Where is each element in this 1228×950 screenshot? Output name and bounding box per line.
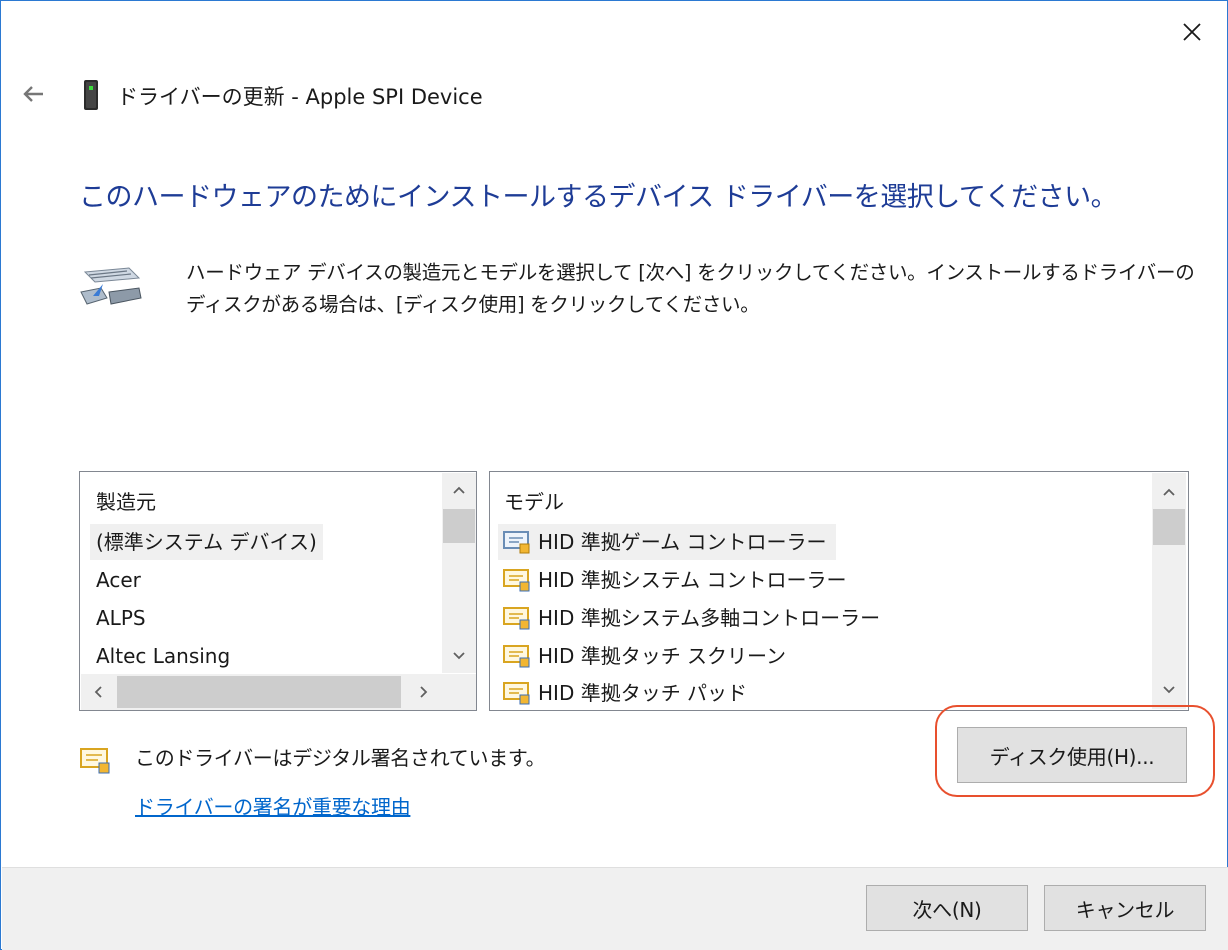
signature-status: このドライバーはデジタル署名されています。 [135, 746, 546, 770]
certificate-icon [503, 531, 530, 554]
manufacturer-horizontal-scrollbar[interactable] [81, 674, 441, 710]
chevron-up-icon [453, 486, 465, 494]
update-driver-dialog: ドライバーの更新 - Apple SPI Device このハードウェアのために… [0, 0, 1228, 950]
model-item[interactable]: HID 準拠タッチ スクリーン [498, 638, 796, 674]
signature-info-link[interactable]: ドライバーの署名が重要な理由 [135, 791, 411, 820]
model-item-label: HID 準拠タッチ パッド [538, 681, 748, 705]
model-item-label: HID 準拠システム多軸コントローラー [538, 606, 881, 630]
manufacturer-listbox[interactable]: 製造元 (標準システム デバイス) Acer ALPS Altec Lansin… [79, 471, 477, 711]
model-list-header: モデル [504, 490, 564, 514]
chevron-up-icon [1163, 488, 1175, 496]
scrollbar-corner [441, 674, 476, 710]
manufacturer-item[interactable]: Acer [90, 562, 147, 598]
close-icon [1183, 23, 1201, 41]
model-listbox[interactable]: モデル HID 準拠ゲーム コントローラー HID 準拠システム コントローラー [489, 471, 1189, 711]
scroll-thumb[interactable] [443, 509, 475, 543]
certificate-icon [503, 682, 530, 705]
model-item[interactable]: HID 準拠タッチ パッド [498, 675, 757, 710]
scroll-down-button[interactable] [442, 639, 476, 673]
model-item-label: HID 準拠タッチ スクリーン [538, 644, 787, 668]
model-item-label: HID 準拠システム コントローラー [538, 568, 847, 592]
scroll-down-button[interactable] [1152, 673, 1186, 707]
close-button[interactable] [1167, 9, 1217, 55]
scroll-thumb[interactable] [1153, 509, 1185, 545]
certificate-icon [80, 748, 110, 774]
manufacturer-item[interactable]: (標準システム デバイス) [90, 524, 323, 560]
certificate-icon [503, 569, 530, 592]
certificate-icon [503, 607, 530, 630]
scroll-left-button[interactable] [81, 675, 115, 709]
window-title: ドライバーの更新 - Apple SPI Device [117, 85, 483, 109]
instruction-text: ハードウェア デバイスの製造元とモデルを選択して [次へ] をクリックしてくださ… [186, 261, 1195, 316]
scroll-right-button[interactable] [407, 675, 441, 709]
manufacturer-item[interactable]: ALPS [90, 600, 152, 636]
manufacturer-vertical-scrollbar[interactable] [442, 473, 476, 673]
cancel-button[interactable]: キャンセル [1044, 885, 1206, 931]
page-heading: このハードウェアのためにインストールするデバイス ドライバーを選択してください。 [79, 182, 1118, 213]
chevron-down-icon [1163, 686, 1175, 694]
device-icon [84, 80, 98, 110]
next-button[interactable]: 次へ(N) [866, 885, 1028, 931]
scroll-thumb[interactable] [117, 676, 401, 708]
manufacturer-list-header: 製造元 [96, 490, 156, 514]
model-vertical-scrollbar[interactable] [1152, 473, 1186, 709]
model-item[interactable]: HID 準拠システム多軸コントローラー [498, 600, 890, 636]
scroll-up-button[interactable] [1152, 475, 1186, 509]
hardware-icon [80, 267, 142, 305]
certificate-icon [503, 645, 530, 668]
back-button[interactable] [15, 77, 51, 111]
model-item-label: HID 準拠ゲーム コントローラー [538, 530, 827, 554]
chevron-down-icon [453, 652, 465, 660]
scroll-up-button[interactable] [442, 473, 476, 507]
model-item[interactable]: HID 準拠ゲーム コントローラー [498, 524, 837, 560]
have-disk-button[interactable]: ディスク使用(H)... [957, 727, 1187, 783]
arrow-left-icon [23, 86, 43, 102]
chevron-right-icon [420, 686, 428, 698]
manufacturer-item[interactable]: Altec Lansing [90, 638, 236, 674]
chevron-left-icon [94, 686, 102, 698]
model-item[interactable]: HID 準拠システム コントローラー [498, 562, 856, 598]
